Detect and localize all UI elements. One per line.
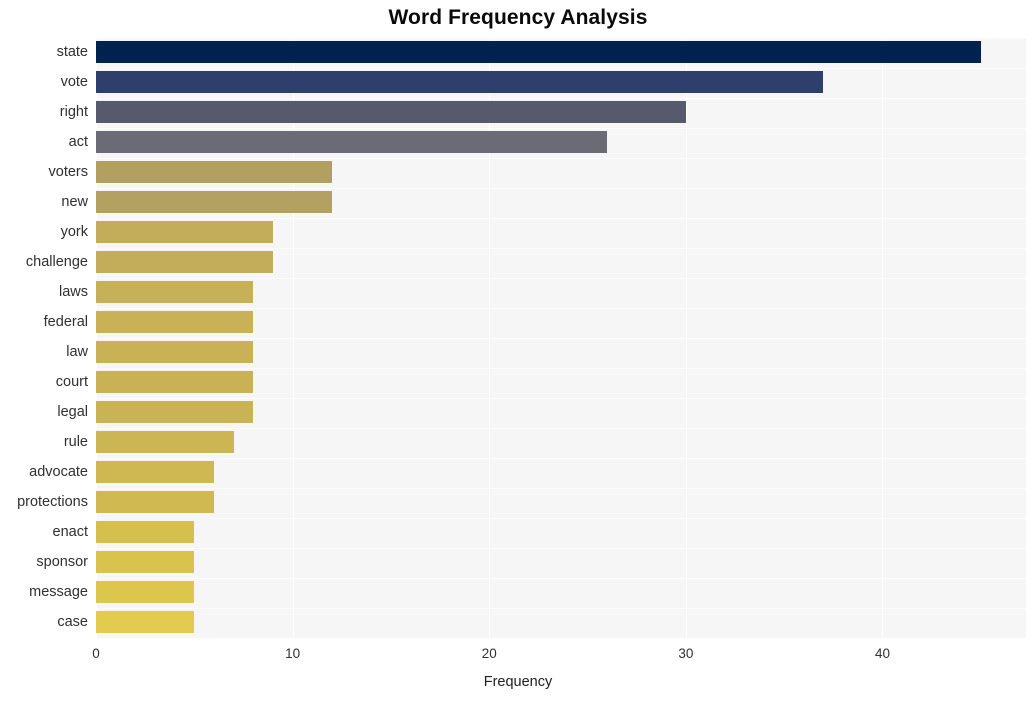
bar-message[interactable] xyxy=(96,581,195,603)
bar-row xyxy=(96,158,1026,186)
x-axis-tick-labels: 0 10 20 30 40 xyxy=(92,638,1026,668)
bar-act[interactable] xyxy=(96,131,608,153)
y-tick-label-challenge: challenge xyxy=(25,254,88,270)
bar-row xyxy=(96,488,1026,516)
y-tick-label-sponsor: sponsor xyxy=(36,554,88,570)
y-tick-label-right: right xyxy=(59,104,88,120)
bar-row xyxy=(96,188,1026,216)
bar-row xyxy=(96,518,1026,546)
bar-right[interactable] xyxy=(96,101,686,123)
y-tick-label-law: law xyxy=(66,344,88,360)
bar-enact[interactable] xyxy=(96,521,195,543)
x-tick-label-0: 0 xyxy=(92,646,100,661)
bar-new[interactable] xyxy=(96,191,332,213)
y-tick-label-advocate: advocate xyxy=(29,464,88,480)
y-tick-label-legal: legal xyxy=(57,404,88,420)
bar-sponsor[interactable] xyxy=(96,551,195,573)
y-tick-label-laws: laws xyxy=(58,284,88,300)
y-tick-label-state: state xyxy=(56,44,88,60)
bar-law[interactable] xyxy=(96,341,254,363)
bar-row xyxy=(96,128,1026,156)
bar-court[interactable] xyxy=(96,371,254,393)
y-tick-label-rule: rule xyxy=(63,434,88,450)
bar-row xyxy=(96,68,1026,96)
plot-area xyxy=(96,38,1026,639)
bar-laws[interactable] xyxy=(96,281,254,303)
x-axis-title: Frequency xyxy=(483,674,553,690)
y-tick-label-voters: voters xyxy=(48,164,89,180)
x-tick-label-20: 20 xyxy=(481,646,497,661)
y-tick-label-act: act xyxy=(68,134,88,150)
word-frequency-chart: Word Frequency Analysis state vote right ac… xyxy=(0,0,1036,701)
bar-row xyxy=(96,338,1026,366)
bar-protections[interactable] xyxy=(96,491,214,513)
bar-row xyxy=(96,368,1026,396)
bar-advocate[interactable] xyxy=(96,461,214,483)
y-tick-label-federal: federal xyxy=(43,314,88,330)
y-tick-label-message: message xyxy=(29,584,88,600)
bar-row xyxy=(96,398,1026,426)
y-tick-label-court: court xyxy=(55,374,88,390)
bar-row xyxy=(96,248,1026,276)
bar-row xyxy=(96,428,1026,456)
bar-rule[interactable] xyxy=(96,431,234,453)
bar-row xyxy=(96,578,1026,606)
chart-title: Word Frequency Analysis xyxy=(388,6,648,29)
bar-legal[interactable] xyxy=(96,401,254,423)
y-tick-label-vote: vote xyxy=(60,74,88,90)
y-tick-label-new: new xyxy=(61,194,88,210)
bar-york[interactable] xyxy=(96,221,273,243)
y-axis-tick-labels: state vote right act voters new york challenge l… xyxy=(0,38,88,638)
bar-row xyxy=(96,548,1026,576)
y-tick-label-york: york xyxy=(60,224,88,240)
bar-row xyxy=(96,608,1026,636)
y-tick-label-enact: enact xyxy=(52,524,88,540)
bar-voters[interactable] xyxy=(96,161,332,183)
bar-row xyxy=(96,458,1026,486)
x-tick-label-10: 10 xyxy=(285,646,301,661)
y-tick-label-case: case xyxy=(57,614,88,630)
bar-vote[interactable] xyxy=(96,71,824,93)
bar-state[interactable] xyxy=(96,41,981,63)
bar-row xyxy=(96,98,1026,126)
x-tick-label-40: 40 xyxy=(874,646,890,661)
bar-row xyxy=(96,218,1026,246)
bar-row xyxy=(96,278,1026,306)
bar-challenge[interactable] xyxy=(96,251,273,273)
bar-row xyxy=(96,38,1026,66)
bar-case[interactable] xyxy=(96,611,195,633)
bar-federal[interactable] xyxy=(96,311,254,333)
x-tick-label-30: 30 xyxy=(678,646,694,661)
y-tick-label-protections: protections xyxy=(17,494,88,510)
bar-row xyxy=(96,308,1026,336)
